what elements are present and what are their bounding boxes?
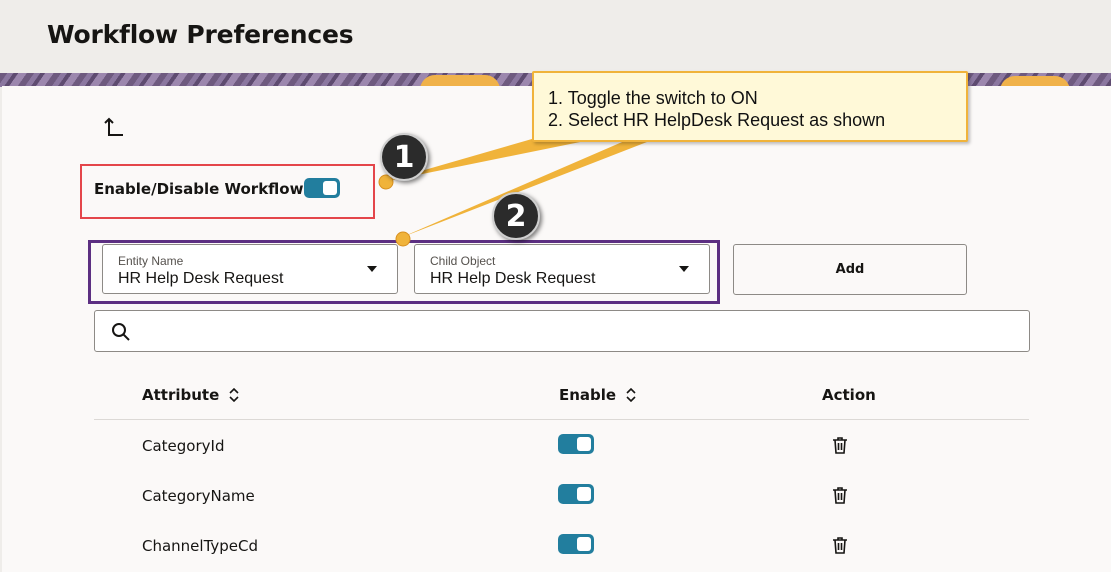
sort-icon[interactable] xyxy=(626,388,636,402)
trash-icon[interactable] xyxy=(832,536,848,554)
search-input[interactable] xyxy=(139,317,1019,345)
row-enable-toggle[interactable] xyxy=(558,484,594,504)
entity-name-select[interactable]: Entity Name HR Help Desk Request xyxy=(102,244,398,294)
attribute-cell: CategoryName xyxy=(142,487,255,505)
workflow-label: Enable/Disable Workflow xyxy=(94,180,304,198)
child-object-select[interactable]: Child Object HR Help Desk Request xyxy=(414,244,710,294)
attribute-cell: ChannelTypeCd xyxy=(142,537,259,555)
entity-name-label: Entity Name xyxy=(118,254,184,268)
row-enable-toggle[interactable] xyxy=(558,434,594,454)
child-object-label: Child Object xyxy=(430,254,496,268)
entity-name-value: HR Help Desk Request xyxy=(118,270,284,287)
row-enable-toggle[interactable] xyxy=(558,534,594,554)
search-bar xyxy=(94,310,1030,352)
table-header-divider xyxy=(94,419,1029,420)
column-header-attribute[interactable]: Attribute xyxy=(142,386,239,404)
callout-line-2: 2. Select HR HelpDesk Request as shown xyxy=(548,110,886,130)
step-marker-2: 2 xyxy=(492,192,540,240)
workflow-toggle[interactable] xyxy=(304,178,340,198)
back-arrow-icon[interactable] xyxy=(104,116,126,138)
trash-icon[interactable] xyxy=(832,436,848,454)
instruction-callout: 1. Toggle the switch to ON 2. Select HR … xyxy=(532,71,968,142)
trash-icon[interactable] xyxy=(832,486,848,504)
column-header-enable[interactable]: Enable xyxy=(559,386,636,404)
callout-line-1: 1. Toggle the switch to ON xyxy=(548,88,758,108)
page-header: Workflow Preferences xyxy=(0,0,1111,76)
page-title: Workflow Preferences xyxy=(47,20,354,49)
step-marker-1: 1 xyxy=(380,133,428,181)
chevron-down-icon xyxy=(679,266,689,272)
add-button[interactable]: Add xyxy=(733,244,967,295)
chevron-down-icon xyxy=(367,266,377,272)
attribute-cell: CategoryId xyxy=(142,437,225,455)
search-icon xyxy=(112,323,130,341)
column-header-action: Action xyxy=(822,386,876,404)
child-object-value: HR Help Desk Request xyxy=(430,270,596,287)
sort-icon[interactable] xyxy=(229,388,239,402)
